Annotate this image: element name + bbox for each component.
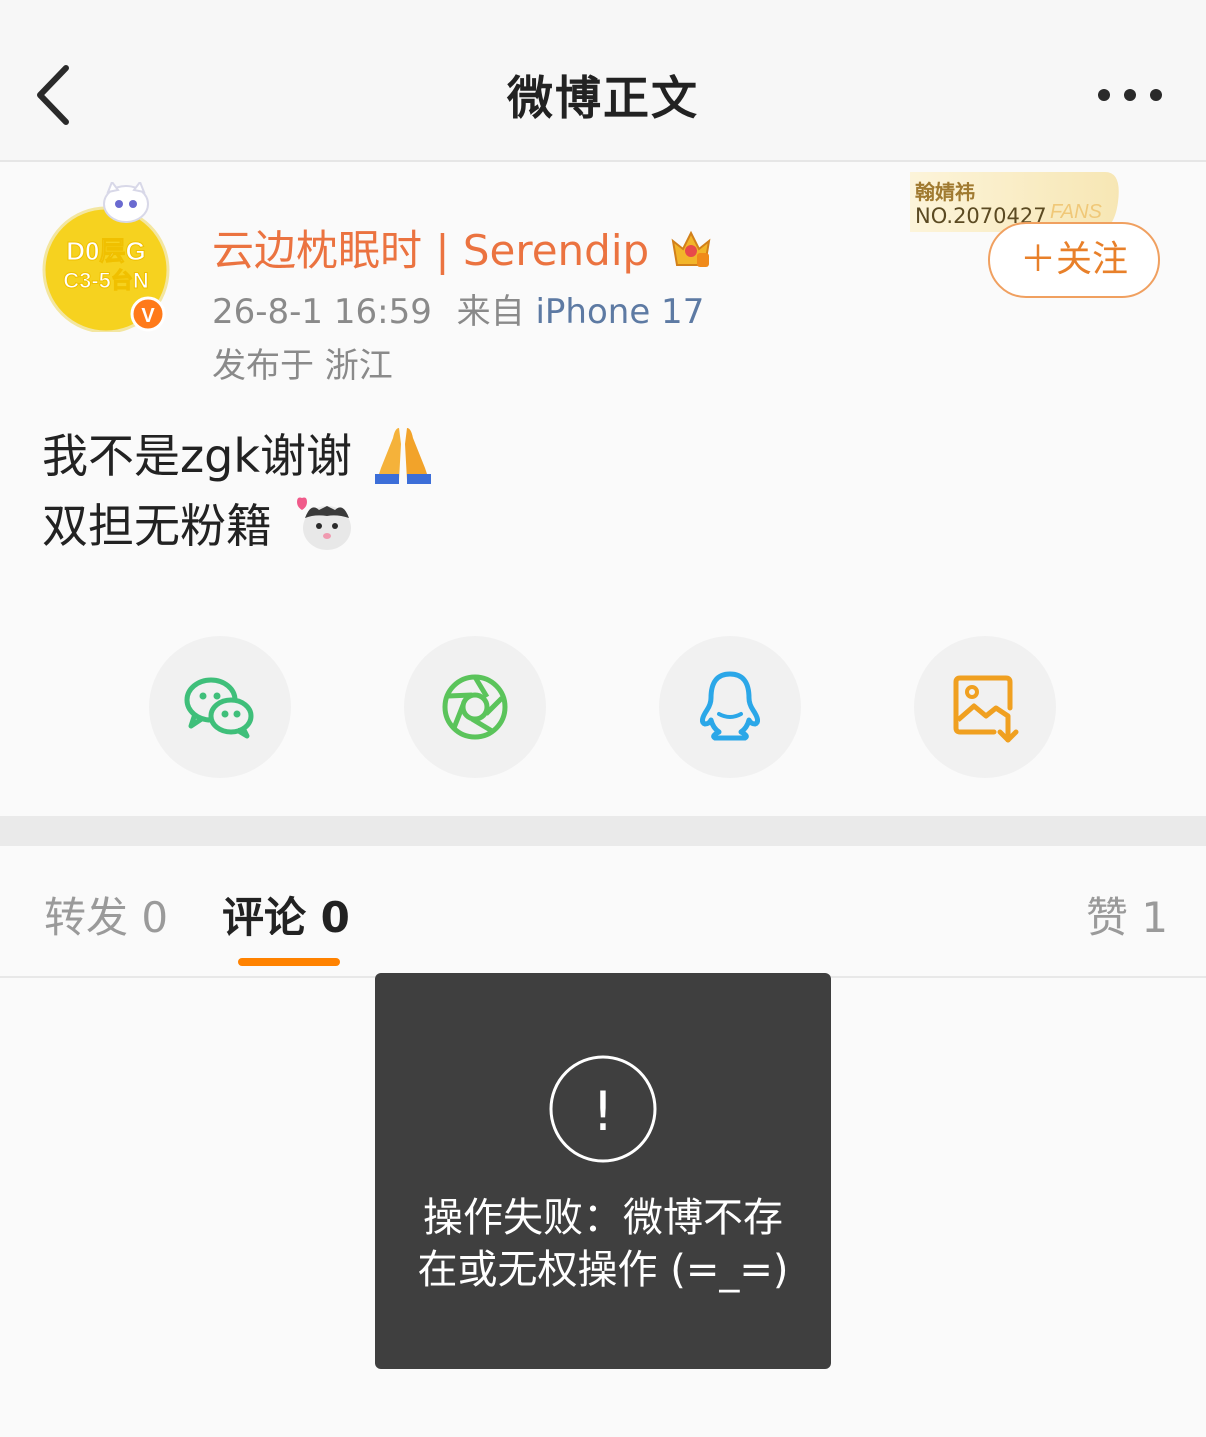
share-qq-button[interactable] (659, 636, 801, 778)
page-title: 微博正文 (507, 71, 699, 125)
more-options-button[interactable] (1092, 80, 1172, 110)
post-text-line1: 我不是zgk谢谢 (42, 420, 433, 495)
tab-comment[interactable]: 评论 0 (222, 884, 350, 945)
toast-message-line1: 操作失败：微博不存 (423, 1195, 783, 1241)
cat-heart-icon (293, 494, 355, 565)
interaction-tabs (0, 846, 1206, 978)
save-image-button[interactable] (914, 636, 1056, 778)
more-dots-icon (1098, 89, 1162, 101)
author-name[interactable]: 云边枕眠时 | Serendip (212, 217, 713, 281)
fans-badge-mark: FANS (1050, 201, 1103, 223)
tab-repost[interactable]: 转发 0 (44, 884, 168, 945)
praying-hands-icon (373, 424, 433, 495)
post-source-link[interactable]: iPhone 17 (535, 292, 704, 332)
author-avatar[interactable]: D0层G C3-5台N V (42, 179, 182, 334)
avatar-text-top: D0层G (66, 236, 145, 266)
post-text-line2: 双担无粉籍 (42, 490, 355, 565)
active-tab-indicator (238, 958, 340, 966)
warning-icon: ! (548, 1054, 658, 1164)
section-divider (0, 816, 1206, 846)
post-time: 26-8-1 16:59 (212, 292, 432, 332)
post-location: 发布于 浙江 (212, 346, 393, 386)
wechat-icon (184, 677, 254, 739)
author-name-text: 云边枕眠时 | Serendip (212, 226, 650, 275)
post-text-line2-text: 双担无粉籍 (42, 499, 272, 553)
share-moments-button[interactable] (404, 636, 546, 778)
post-text-line1-text: 我不是zgk谢谢 (42, 429, 352, 483)
follow-button[interactable]: ＋关注 (988, 222, 1160, 298)
fans-badge-title: 翰婧祎 (915, 180, 975, 204)
avatar-image: D0层G C3-5台N V (42, 179, 170, 334)
avatar-text-bottom: C3-5台N (63, 268, 149, 293)
warning-icon-glyph: ! (592, 1080, 614, 1143)
qq-icon (699, 671, 761, 741)
crown-level-icon (669, 227, 713, 281)
verified-badge-text: V (141, 305, 155, 327)
tab-like[interactable]: 赞 1 (1086, 884, 1168, 945)
toast-message: 操作失败：微博不存 在或无权操作 (=_=) (375, 1192, 831, 1296)
share-wechat-button[interactable] (149, 636, 291, 778)
error-toast (375, 973, 831, 1369)
save-image-icon (953, 675, 1019, 743)
source-prefix: 来自 (456, 292, 525, 332)
post-meta: 26-8-1 16:59 来自 iPhone 17 (212, 284, 704, 333)
moments-icon (442, 674, 508, 740)
toast-message-line2: 在或无权操作 (=_=) (417, 1247, 789, 1293)
